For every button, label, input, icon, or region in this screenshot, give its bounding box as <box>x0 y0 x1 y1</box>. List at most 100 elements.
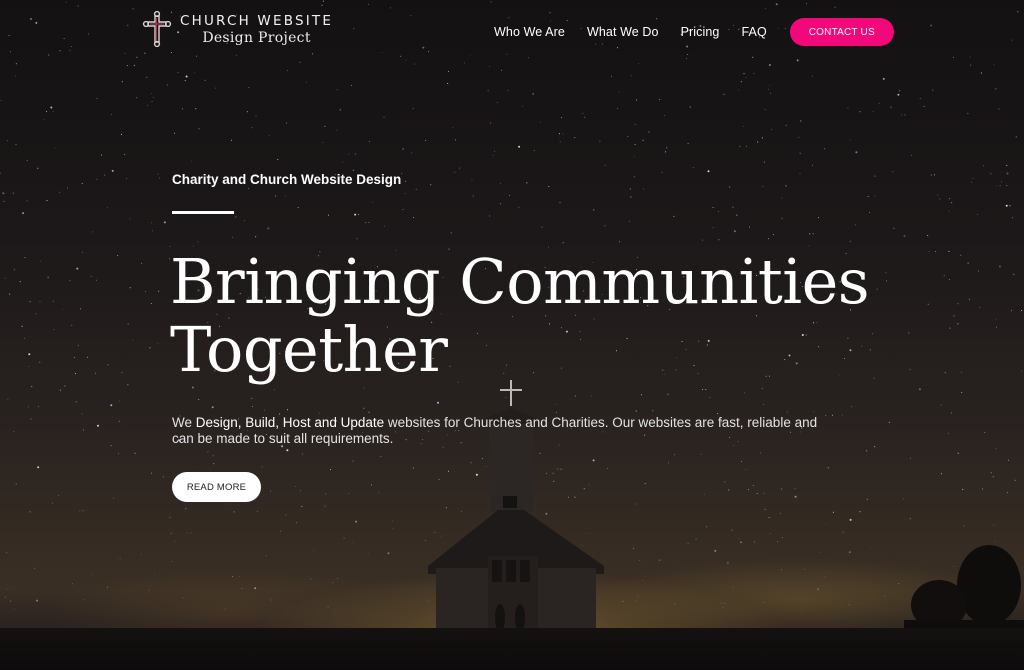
trees-silhouette <box>904 545 1024 640</box>
star <box>146 76 148 78</box>
star <box>869 212 870 213</box>
star <box>171 561 173 563</box>
star <box>402 148 404 150</box>
cross-icon <box>142 10 172 48</box>
star <box>28 353 31 356</box>
star <box>996 185 998 187</box>
star <box>909 518 911 520</box>
star <box>81 413 83 415</box>
star <box>870 547 872 549</box>
star <box>404 192 406 194</box>
star <box>69 280 71 282</box>
star <box>874 175 876 177</box>
star <box>882 77 885 80</box>
star <box>146 105 148 107</box>
star <box>336 578 338 579</box>
star <box>1008 459 1009 461</box>
star <box>561 117 563 119</box>
star <box>324 505 326 507</box>
star <box>378 492 380 494</box>
star <box>273 389 275 391</box>
star <box>824 148 826 150</box>
logo-text: CHURCH WEBSITE Design Project <box>180 13 333 46</box>
star <box>777 541 779 543</box>
star <box>635 600 637 602</box>
star <box>7 398 9 400</box>
headline-line-1: Bringing Communities <box>170 245 870 318</box>
star <box>121 81 123 83</box>
star <box>928 251 930 253</box>
star <box>1007 492 1009 494</box>
star <box>15 144 17 145</box>
star <box>64 385 66 387</box>
star <box>990 472 992 474</box>
star <box>132 339 134 341</box>
star <box>77 344 79 346</box>
nav-link-faq[interactable]: FAQ <box>741 25 766 39</box>
star <box>644 483 646 485</box>
star <box>324 125 326 127</box>
star <box>286 449 289 452</box>
star <box>798 136 800 138</box>
star <box>392 520 394 522</box>
star <box>354 153 356 155</box>
star <box>76 267 79 270</box>
star <box>256 510 258 512</box>
star <box>995 326 997 328</box>
star <box>689 106 691 108</box>
star <box>296 522 297 524</box>
star <box>532 92 535 95</box>
star <box>940 404 942 406</box>
star <box>559 202 561 203</box>
star <box>243 220 245 222</box>
contact-us-button[interactable]: CONTACT US <box>789 18 894 46</box>
star <box>763 161 765 163</box>
star <box>738 89 740 91</box>
star <box>280 530 281 532</box>
star <box>412 107 414 109</box>
star <box>562 242 564 244</box>
star <box>213 463 215 465</box>
star <box>736 214 738 216</box>
nav-link-who-we-are[interactable]: Who We Are <box>494 25 565 39</box>
star <box>246 111 248 113</box>
star <box>145 291 146 292</box>
star <box>163 221 166 224</box>
star <box>829 572 831 574</box>
star <box>47 276 49 278</box>
star <box>781 536 783 538</box>
star <box>812 164 814 166</box>
site-logo[interactable]: CHURCH WEBSITE Design Project <box>142 10 333 48</box>
star <box>849 240 851 242</box>
star <box>254 587 257 590</box>
star <box>714 549 717 552</box>
nav-link-what-we-do[interactable]: What We Do <box>587 25 659 39</box>
star <box>134 452 136 454</box>
star <box>855 151 858 154</box>
star <box>297 207 299 209</box>
star <box>195 108 197 110</box>
star <box>668 462 669 464</box>
star <box>7 588 9 590</box>
star <box>121 372 123 374</box>
star <box>29 511 31 513</box>
star <box>95 279 97 281</box>
star <box>847 107 849 109</box>
star <box>848 604 850 606</box>
read-more-button[interactable]: READ MORE <box>172 472 261 502</box>
star <box>294 485 296 487</box>
nav-link-pricing[interactable]: Pricing <box>681 25 720 39</box>
star <box>861 604 863 605</box>
star <box>995 318 997 320</box>
star <box>993 64 995 66</box>
star <box>149 347 151 349</box>
star <box>415 188 417 190</box>
star <box>963 525 965 527</box>
star <box>932 89 934 91</box>
star <box>127 384 129 386</box>
star <box>267 227 270 230</box>
star <box>827 467 829 469</box>
star <box>111 169 114 172</box>
star <box>46 200 48 201</box>
star <box>995 447 997 449</box>
